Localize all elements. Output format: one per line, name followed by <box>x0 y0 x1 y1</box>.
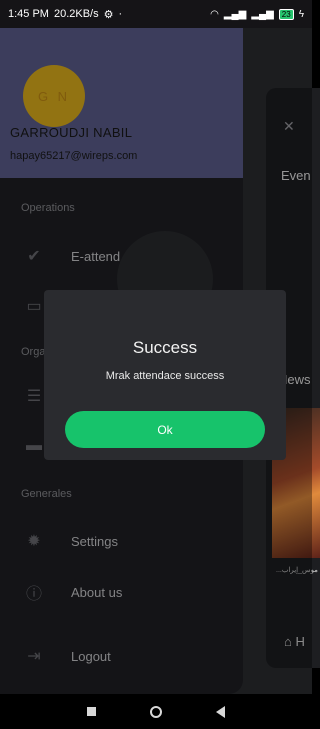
status-time: 1:45 PM <box>8 8 49 20</box>
dialog-message: Mrak attendace success <box>105 370 225 382</box>
dot-icon: · <box>118 8 123 20</box>
success-dialog: Success Mrak attendace success Ok <box>44 290 286 460</box>
back-icon[interactable] <box>216 705 225 718</box>
settings-gear-status-icon: ⚙ <box>103 8 114 21</box>
wifi-icon: ◠ <box>210 8 219 20</box>
recents-icon[interactable] <box>87 707 96 716</box>
dialog-title: Success <box>132 338 198 357</box>
ok-button[interactable]: Ok <box>65 411 265 448</box>
system-nav-bar <box>0 694 312 729</box>
signal-icon-2: ▂▄▆ <box>251 8 274 20</box>
home-button-icon[interactable] <box>150 705 162 718</box>
battery-icon: 23 <box>278 8 294 20</box>
charging-icon: ϟ <box>298 8 304 20</box>
status-network-speed: 20.2KB/s <box>53 8 99 20</box>
signal-icon: ▂▄▆ <box>223 8 247 20</box>
status-bar: 1:45 PM 20.2KB/s ⚙ · ◠ ▂▄▆ ▂▄▆ 23 ϟ <box>0 0 312 28</box>
